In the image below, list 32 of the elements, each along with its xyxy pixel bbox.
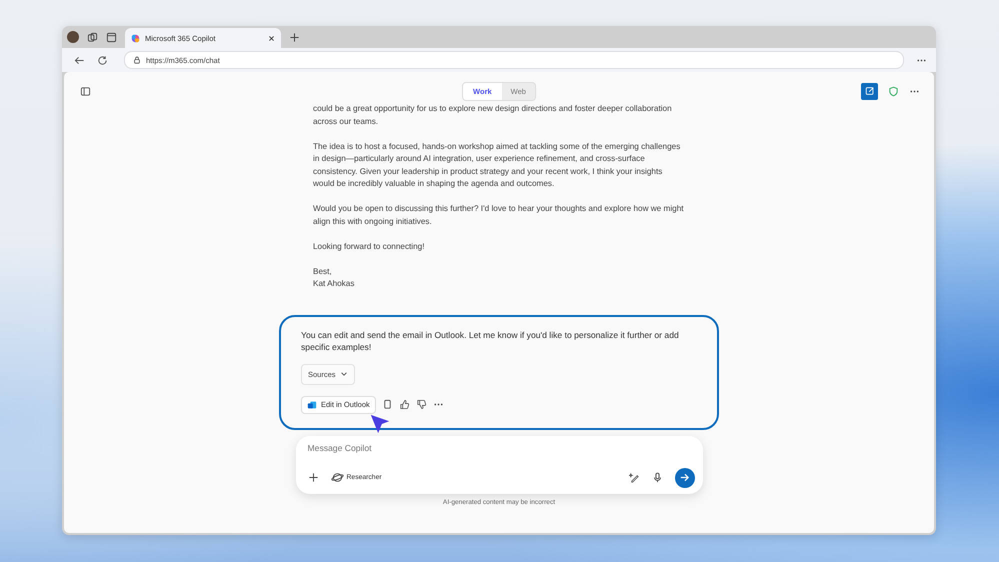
tabs-icon[interactable]: [106, 32, 117, 42]
shield-icon[interactable]: [888, 86, 899, 96]
compose-icon: [864, 86, 874, 96]
back-icon[interactable]: [74, 54, 85, 66]
pen-sparkle-icon[interactable]: [628, 472, 640, 483]
lock-icon: [133, 56, 141, 64]
copilot-logo-icon: [131, 34, 140, 42]
thumbs-up-icon[interactable]: [398, 399, 410, 410]
email-paragraph: Looking forward to connecting!: [313, 240, 426, 253]
new-chat-button[interactable]: [861, 82, 878, 100]
collections-icon[interactable]: [87, 32, 98, 42]
close-icon[interactable]: [268, 34, 275, 42]
email-paragraph: could be a great opportunity for us to explore new design directions and foster deeper collaboration across our teams.: [313, 103, 673, 128]
planet-icon: [330, 472, 344, 483]
cursor-pointer-icon: [369, 412, 391, 434]
response-text: You can edit and send the email in Outlook. Let me know if you'd like to personalize it further or add specific examples!: [301, 328, 680, 354]
chevron-down-icon: [340, 370, 348, 378]
new-tab-icon[interactable]: [289, 32, 300, 42]
microphone-icon[interactable]: [652, 472, 662, 483]
arrow-right-icon: [679, 472, 690, 483]
email-signature: Kat Ahokas: [313, 278, 354, 290]
copy-icon[interactable]: [382, 399, 393, 410]
send-button[interactable]: [674, 468, 694, 488]
sidebar-toggle-icon[interactable]: [80, 86, 91, 96]
email-paragraph: Would you be open to discussing this further? I'd love to hear your thoughts and explore how we might align this with ongoing initiatives.: [313, 203, 685, 228]
email-paragraph: The idea is to host a focused, hands-on workshop aimed at tackling some of the emerging challenges in design—particularly around AI integration, user experience refinement, and cross-surface consistency. Given your leadership in product strategy and your recent work, I think your insights would be incredibly valuable in shaping the agenda and outcomes.: [313, 140, 682, 190]
add-icon[interactable]: [308, 472, 318, 483]
thumbs-down-icon[interactable]: [416, 399, 427, 410]
email-closing: Best,: [313, 266, 332, 278]
avatar-icon[interactable]: [67, 31, 79, 43]
refresh-icon[interactable]: [97, 54, 108, 66]
outlook-logo-icon: [307, 400, 317, 410]
